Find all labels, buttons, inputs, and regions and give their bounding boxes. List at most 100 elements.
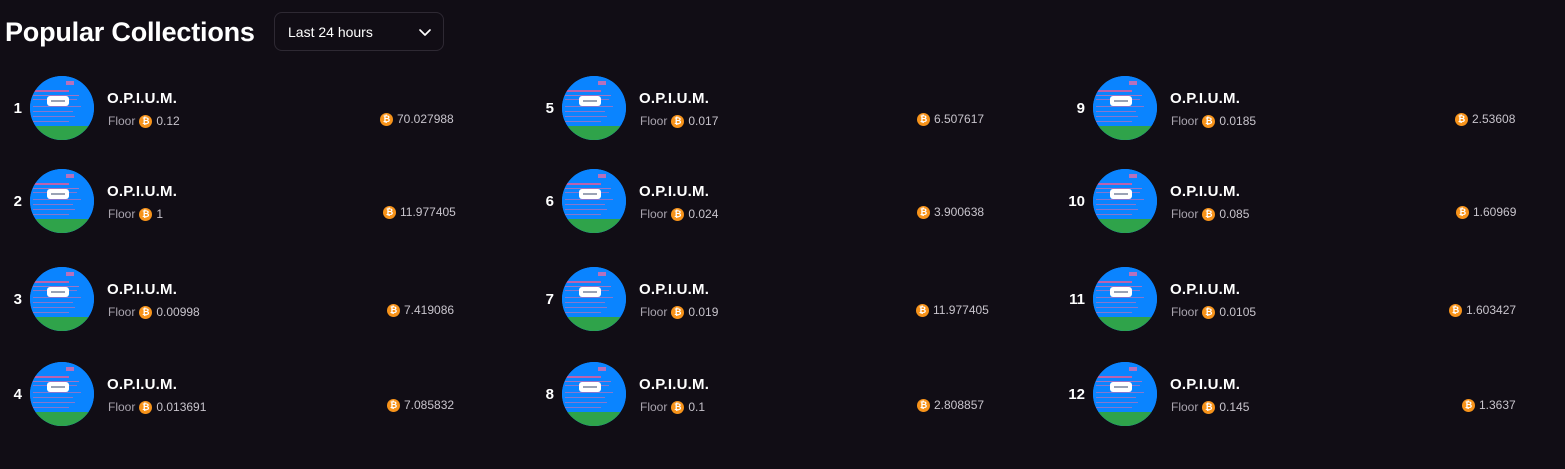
floor-label: Floor [108,400,136,414]
floor-price: Floor ₿ 0.017 [640,114,718,128]
floor-price: Floor ₿ 0.00998 [108,305,200,319]
bitcoin-icon: ₿ [383,205,396,219]
collection-image [30,267,94,331]
floor-value: 0.0105 [1219,305,1257,319]
collection-row[interactable]: 7 O.P.I.U.M. Floor ₿ 0.019 ₿ 11.977405 [532,267,1032,333]
bitcoin-icon: ₿ [1455,112,1468,126]
volume-value: 7.085832 [404,398,455,412]
collection-name[interactable]: O.P.I.U.M. [107,90,177,107]
collection-name[interactable]: O.P.I.U.M. [1170,90,1240,107]
volume-value: 3.900638 [934,205,985,219]
collection-avatar[interactable] [30,169,94,233]
collection-avatar[interactable] [30,362,94,426]
floor-price: Floor ₿ 0.0105 [1171,305,1256,319]
volume-value: 2.53608 [1472,112,1516,126]
timeframe-dropdown[interactable]: Last 24 hours [274,12,444,51]
collection-image [562,76,626,140]
floor-value: 1 [156,207,164,221]
collection-row[interactable]: 4 O.P.I.U.M. Floor ₿ 0.013691 ₿ 7.085832 [0,362,500,428]
collection-image [562,362,626,426]
bitcoin-icon: ₿ [1449,303,1462,317]
volume: ₿ 7.085832 [387,398,454,412]
collection-avatar[interactable] [1093,362,1157,426]
volume: ₿ 7.419086 [387,303,454,317]
collection-avatar[interactable] [30,267,94,331]
volume: ₿ 11.977405 [383,205,456,219]
bitcoin-icon: ₿ [387,398,400,412]
floor-price: Floor ₿ 0.013691 [108,400,206,414]
bitcoin-icon: ₿ [1202,305,1216,319]
collection-row[interactable]: 11 O.P.I.U.M. Floor ₿ 0.0105 ₿ 1.603427 [1063,267,1563,333]
collection-name[interactable]: O.P.I.U.M. [639,281,709,298]
collection-avatar[interactable] [562,169,626,233]
collection-name[interactable]: O.P.I.U.M. [1170,376,1240,393]
floor-label: Floor [640,207,668,221]
floor-label: Floor [640,114,668,128]
floor-value: 0.019 [688,305,719,319]
volume-value: 1.603427 [1466,303,1517,317]
rank-number: 1 [13,100,22,117]
collection-avatar[interactable] [1093,76,1157,140]
floor-price: Floor ₿ 0.1 [640,400,705,414]
bitcoin-icon: ₿ [139,400,153,414]
collection-name[interactable]: O.P.I.U.M. [107,281,177,298]
floor-value: 0.085 [1219,207,1250,221]
volume-value: 70.027988 [397,112,454,126]
floor-value: 0.1 [688,400,706,414]
rank-number: 11 [1069,291,1085,308]
collection-row[interactable]: 8 O.P.I.U.M. Floor ₿ 0.1 ₿ 2.808857 [532,362,1032,428]
floor-value: 0.145 [1219,400,1250,414]
collection-row[interactable]: 10 O.P.I.U.M. Floor ₿ 0.085 ₿ 1.60969 [1063,169,1563,235]
volume: ₿ 3.900638 [917,205,984,219]
floor-value: 0.00998 [156,305,200,319]
collection-name[interactable]: O.P.I.U.M. [1170,183,1240,200]
collection-avatar[interactable] [562,362,626,426]
collection-image [1093,169,1157,233]
collection-avatar[interactable] [562,76,626,140]
bitcoin-icon: ₿ [671,400,685,414]
collection-avatar[interactable] [30,76,94,140]
collection-name[interactable]: O.P.I.U.M. [107,376,177,393]
bitcoin-icon: ₿ [917,205,930,219]
floor-value: 0.013691 [156,400,207,414]
bitcoin-icon: ₿ [916,303,929,317]
collection-image [1093,267,1157,331]
collection-row[interactable]: 2 O.P.I.U.M. Floor ₿ 1 ₿ 11.977405 [0,169,500,235]
bitcoin-icon: ₿ [1462,398,1475,412]
floor-label: Floor [1171,114,1199,128]
volume: ₿ 6.507617 [917,112,984,126]
collection-row[interactable]: 1 O.P.I.U.M. Floor ₿ 0.12 ₿ 70.027988 [0,76,500,142]
collection-image [30,76,94,140]
rank-number: 3 [13,291,22,308]
collection-name[interactable]: O.P.I.U.M. [639,90,709,107]
chevron-down-icon [419,29,431,36]
collection-image [562,267,626,331]
collection-name[interactable]: O.P.I.U.M. [639,183,709,200]
collection-row[interactable]: 9 O.P.I.U.M. Floor ₿ 0.0185 ₿ 2.53608 [1063,76,1563,142]
floor-label: Floor [108,207,136,221]
bitcoin-icon: ₿ [380,112,393,126]
floor-label: Floor [1171,305,1199,319]
collection-row[interactable]: 12 O.P.I.U.M. Floor ₿ 0.145 ₿ 1.3637 [1063,362,1563,428]
floor-price: Floor ₿ 0.12 [108,114,180,128]
collection-name[interactable]: O.P.I.U.M. [107,183,177,200]
volume-value: 2.808857 [934,398,985,412]
collection-row[interactable]: 6 O.P.I.U.M. Floor ₿ 0.024 ₿ 3.900638 [532,169,1032,235]
floor-price: Floor ₿ 0.0185 [1171,114,1256,128]
collection-image [1093,76,1157,140]
collection-avatar[interactable] [1093,267,1157,331]
collection-name[interactable]: O.P.I.U.M. [1170,281,1240,298]
volume: ₿ 2.53608 [1455,112,1515,126]
collection-avatar[interactable] [1093,169,1157,233]
collection-row[interactable]: 5 O.P.I.U.M. Floor ₿ 0.017 ₿ 6.507617 [532,76,1032,142]
rank-number: 5 [545,100,554,117]
bitcoin-icon: ₿ [139,305,153,319]
collection-row[interactable]: 3 O.P.I.U.M. Floor ₿ 0.00998 ₿ 7.419086 [0,267,500,333]
collection-name[interactable]: O.P.I.U.M. [639,376,709,393]
floor-value: 0.12 [156,114,180,128]
collection-avatar[interactable] [562,267,626,331]
floor-price: Floor ₿ 0.085 [1171,207,1249,221]
floor-label: Floor [108,114,136,128]
bitcoin-icon: ₿ [139,114,153,128]
floor-value: 0.017 [688,114,719,128]
